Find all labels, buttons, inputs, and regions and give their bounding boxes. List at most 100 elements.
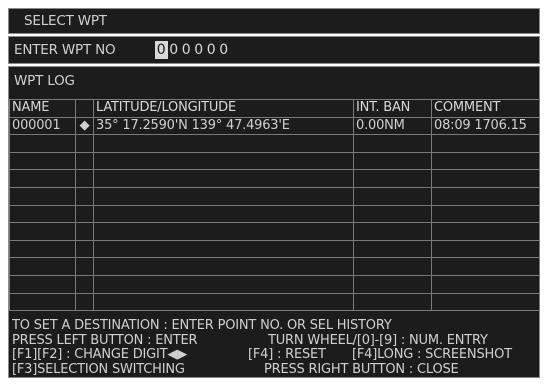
empty-cell: [431, 151, 540, 171]
empty-cell: [75, 204, 94, 224]
table-row[interactable]: [9, 292, 540, 312]
wpt-select-dialog: SELECT WPT ENTER WPT NO 000000 WPT LOG N…: [0, 0, 548, 386]
empty-cell: [75, 274, 94, 294]
empty-cell: [431, 204, 540, 224]
wpt-digit[interactable]: 0: [155, 41, 168, 59]
help-reset: [F4] : RESET: [248, 347, 326, 362]
empty-cell: [353, 186, 432, 206]
wpt-log-table: NAME LATITUDE/LONGITUDE INT. BAN COMMENT…: [9, 99, 540, 312]
table-row[interactable]: [9, 134, 540, 153]
cell-int-ban: 0.00NM: [353, 116, 432, 136]
enter-wpt-label: ENTER WPT NO: [14, 42, 116, 58]
empty-cell: [75, 239, 94, 259]
wpt-digit-field[interactable]: 000000: [155, 41, 230, 59]
help-selection-switch: [F3]SELECTION SWITCHING: [12, 361, 185, 377]
arrow-left-icon: ◆: [79, 117, 90, 133]
empty-cell: [353, 257, 432, 276]
column-header-comment: COMMENT: [431, 99, 540, 118]
empty-cell: [9, 274, 76, 294]
column-header-marker: [75, 99, 94, 118]
table-row[interactable]: [9, 257, 540, 276]
empty-cell: [431, 186, 540, 206]
empty-cell: [93, 186, 354, 206]
table-row[interactable]: [9, 186, 540, 206]
empty-cell: [9, 222, 76, 241]
empty-cell: [431, 222, 540, 241]
wpt-log-label: WPT LOG: [14, 73, 75, 89]
table-row[interactable]: [9, 239, 540, 259]
wpt-digit[interactable]: 0: [168, 41, 181, 59]
table-row[interactable]: [9, 151, 540, 171]
empty-cell: [75, 292, 94, 312]
empty-cell: [431, 169, 540, 188]
column-header-position: LATITUDE/LONGITUDE: [93, 99, 354, 118]
help-line-4: [F3]SELECTION SWITCHING PRESS RIGHT BUTTO…: [12, 361, 542, 378]
empty-cell: [353, 222, 432, 241]
dialog-title: SELECT WPT: [24, 13, 107, 29]
empty-cell: [93, 169, 354, 188]
empty-cell: [93, 292, 354, 312]
empty-cell: [93, 151, 354, 171]
help-line-1: TO SET A DESTINATION : ENTER POINT NO. O…: [12, 318, 392, 333]
table-row[interactable]: 000001 ◆ 35° 17.2590'N 139° 47.4963'E 0.00N…: [9, 116, 540, 136]
empty-cell: [9, 204, 76, 224]
empty-cell: [431, 257, 540, 276]
wpt-digit[interactable]: 0: [180, 41, 193, 59]
empty-cell: [93, 222, 354, 241]
column-header-int-ban: INT. BAN: [353, 99, 432, 118]
empty-cell: [75, 257, 94, 276]
empty-cell: [431, 134, 540, 153]
wpt-digit[interactable]: 0: [218, 41, 231, 59]
cell-name: 000001: [9, 116, 76, 136]
empty-cell: [9, 169, 76, 188]
help-wheel: TURN WHEEL/[0]-[9] : NUM. ENTRY: [268, 332, 488, 348]
empty-cell: [9, 151, 76, 171]
empty-cell: [353, 292, 432, 312]
cell-comment: 08:09 1706.15: [431, 116, 540, 136]
help-left-button: PRESS LEFT BUTTON : ENTER: [12, 332, 198, 348]
empty-cell: [9, 239, 76, 259]
wpt-log-panel: WPT LOG NAME LATITUDE/LONGITUDE INT. BAN…: [8, 66, 540, 378]
table-row[interactable]: [9, 222, 540, 241]
empty-cell: [9, 292, 76, 312]
empty-cell: [353, 169, 432, 188]
table-header-row: NAME LATITUDE/LONGITUDE INT. BAN COMMENT: [9, 99, 540, 118]
empty-cell: [9, 257, 76, 276]
empty-cell: [9, 186, 76, 206]
table-row[interactable]: [9, 169, 540, 188]
empty-cell: [353, 274, 432, 294]
empty-cell: [75, 151, 94, 171]
table-row[interactable]: [9, 274, 540, 294]
help-line-3: [F1][F2] : CHANGE DIGIT◀▶ [F4] : RESET [F4…: [12, 347, 542, 363]
help-text: TO SET A DESTINATION : ENTER POINT NO. O…: [12, 318, 542, 378]
empty-cell: [75, 169, 94, 188]
empty-cell: [75, 186, 94, 206]
wpt-digit[interactable]: 0: [193, 41, 206, 59]
help-line-2: PRESS LEFT BUTTON : ENTER TURN WHEEL/[0]-…: [12, 332, 542, 349]
empty-cell: [431, 274, 540, 294]
empty-cell: [93, 239, 354, 259]
empty-cell: [353, 239, 432, 259]
empty-cell: [93, 204, 354, 224]
help-screenshot: [F4]LONG : SCREENSHOT: [352, 347, 512, 362]
wpt-digit[interactable]: 0: [205, 41, 218, 59]
table-row[interactable]: [9, 204, 540, 224]
title-bar: SELECT WPT: [8, 8, 540, 34]
empty-cell: [93, 274, 354, 294]
empty-cell: [93, 257, 354, 276]
empty-cell: [93, 134, 354, 153]
cell-marker: ◆: [75, 116, 94, 136]
wpt-number-entry[interactable]: ENTER WPT NO 000000: [8, 36, 540, 64]
empty-cell: [353, 204, 432, 224]
help-change-digit: [F1][F2] : CHANGE DIGIT◀▶: [12, 347, 188, 362]
cell-position: 35° 17.2590'N 139° 47.4963'E: [93, 116, 354, 136]
empty-cell: [353, 134, 432, 153]
column-header-name: NAME: [9, 99, 76, 118]
empty-cell: [75, 134, 94, 153]
empty-cell: [431, 239, 540, 259]
empty-cell: [75, 222, 94, 241]
empty-cell: [431, 292, 540, 312]
empty-cell: [353, 151, 432, 171]
empty-cell: [9, 134, 76, 153]
help-close: PRESS RIGHT BUTTON : CLOSE: [264, 361, 459, 377]
